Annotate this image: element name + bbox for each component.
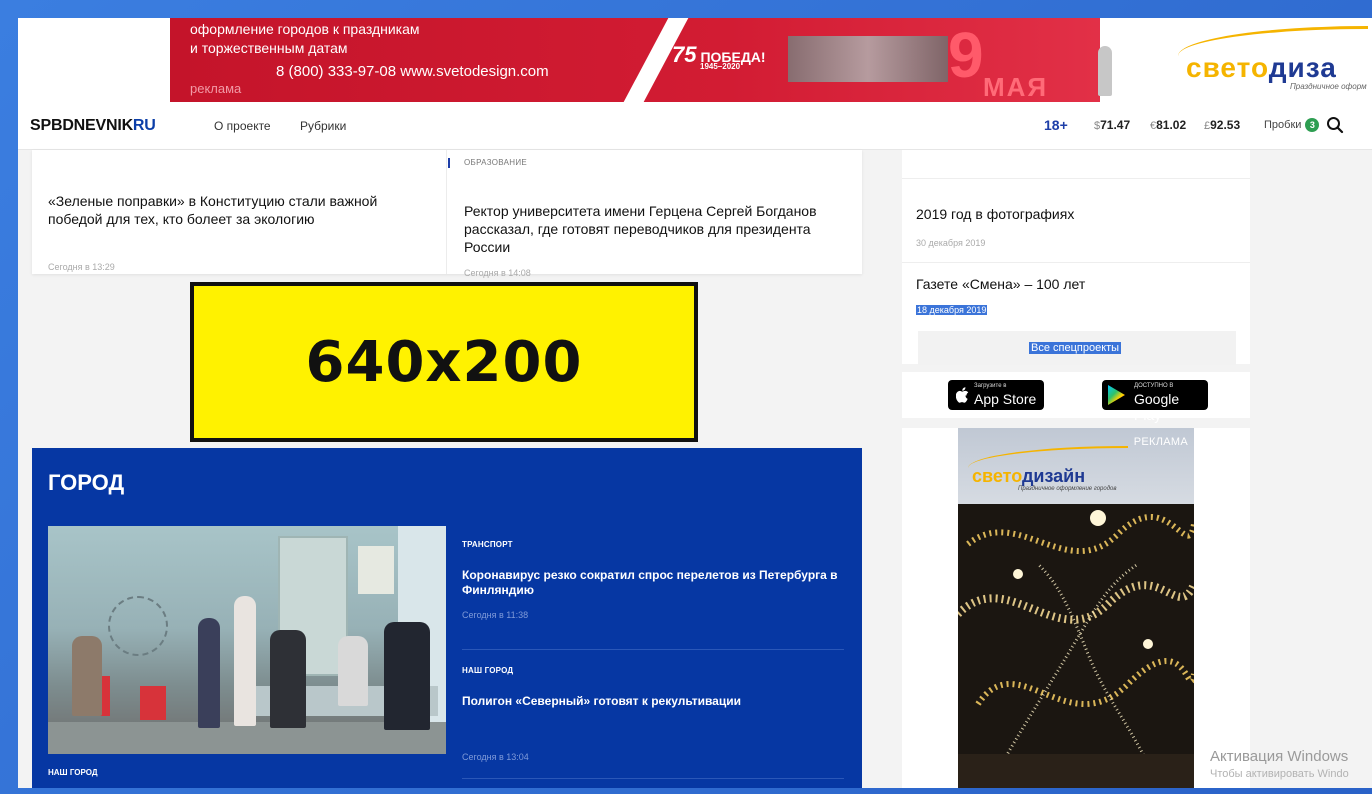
banner-line-1: оформление городов к праздникам	[190, 21, 420, 37]
svetodesign-logo: светодиза	[1186, 52, 1337, 84]
photo-person	[234, 596, 256, 726]
app-store-button[interactable]: Загрузите в App Store	[948, 380, 1044, 410]
pobeda-number: 75	[672, 42, 697, 67]
banner-war-photos	[788, 36, 948, 82]
traffic-widget[interactable]: Пробки 3	[1264, 118, 1320, 132]
project-title[interactable]: 2019 год в фотографиях	[916, 206, 1074, 222]
logo-subtitle: Праздничное оформ	[1290, 82, 1367, 91]
gbp-value: 92.53	[1210, 118, 1241, 132]
all-projects-button[interactable]: Все спецпроекты	[918, 331, 1236, 365]
top-banner-ad[interactable]: оформление городов к праздникам и торжес…	[18, 18, 1372, 102]
apple-icon	[956, 387, 969, 403]
news-time: Сегодня в 14:08	[464, 268, 531, 278]
banner-ad-label: реклама	[190, 81, 242, 96]
banner-month: МАЯ	[983, 72, 1049, 102]
rate-gbp: £92.53	[1204, 118, 1240, 132]
windows-activation-hint: Чтобы активировать Windo	[1210, 768, 1349, 780]
nav-about[interactable]: О проекте	[214, 119, 271, 133]
banner-day: 9	[948, 19, 984, 91]
usd-value: 71.47	[1100, 118, 1131, 132]
project-title[interactable]: Газете «Смена» – 100 лет	[916, 276, 1085, 292]
google-play-button[interactable]: ДОСТУПНО В Google Play	[1102, 380, 1208, 423]
news-title[interactable]: Ректор университета имени Герцена Сергей…	[464, 202, 844, 256]
city-news-time: Сегодня в 11:38	[462, 610, 529, 620]
app-links: Загрузите в App Store ДОСТУПНО В Google …	[902, 372, 1250, 423]
banner-phone-url: 8 (800) 333-97-08 www.svetodesign.com	[276, 63, 549, 80]
sidebar-ad-subtitle: Праздничное оформление городов	[1018, 486, 1117, 492]
age-rating-badge: 18+	[1044, 117, 1068, 133]
browser-page: оформление городов к праздникам и торжес…	[18, 18, 1372, 788]
photo-poster	[358, 546, 394, 594]
search-icon[interactable]	[1326, 116, 1344, 134]
ad-logo-part-2: дизайн	[1021, 466, 1086, 486]
ad-placeholder[interactable]: 640x200	[190, 282, 698, 442]
news-title[interactable]: «Зеленые поправки» в Конституцию стали в…	[48, 192, 418, 228]
traffic-level-badge: 3	[1305, 118, 1320, 132]
city-news-category[interactable]: ТРАНСПОРТ	[462, 540, 513, 549]
city-news-photo[interactable]	[48, 526, 446, 754]
news-divider	[446, 150, 447, 274]
banner-line-2: и торжественным датам	[190, 40, 348, 56]
windows-activation-title: Активация Windows	[1210, 748, 1349, 765]
photo-category[interactable]: НАШ ГОРОД	[48, 768, 98, 777]
ad-logo-part-1: свето	[972, 466, 1022, 486]
all-projects-label: Все спецпроекты	[1029, 342, 1122, 354]
google-play-large: Google Play	[1134, 391, 1180, 423]
photo-red-chair	[140, 686, 166, 720]
city-news-title[interactable]: Коронавирус резко сократил спрос перелет…	[462, 568, 842, 598]
app-store-large: App Store	[974, 391, 1037, 407]
special-projects-card: 2019 год в фотографиях 30 декабря 2019 Г…	[902, 150, 1250, 365]
news-category[interactable]: ОБРАЗОВАНИЕ	[464, 158, 527, 167]
nav-rubrics[interactable]: Рубрики	[300, 119, 346, 133]
project-date: 30 декабря 2019	[916, 238, 986, 248]
logo-part-1: свето	[1186, 52, 1269, 83]
photo-tree-decal	[108, 596, 168, 656]
city-news-category[interactable]: НАШ ГОРОД	[462, 666, 513, 675]
news-card-row: «Зеленые поправки» в Конституцию стали в…	[32, 150, 862, 278]
google-play-icon	[1108, 385, 1125, 405]
sidebar-separator	[902, 178, 1250, 179]
photo-person	[270, 630, 306, 728]
photo-person	[198, 618, 220, 728]
site-logo[interactable]: SPBDNEVNIKRU	[30, 117, 156, 135]
city-news-title[interactable]: Полигон «Северный» готовят к рекультивац…	[462, 694, 842, 709]
ad-placeholder-size: 640x200	[305, 329, 583, 395]
site-header: SPBDNEVNIKRU О проекте Рубрики 18+ $71.4…	[18, 102, 1372, 150]
city-section: ГОРОД НАШ ГОРОД ТРАНСПОРТ Коронавирус ре…	[32, 448, 862, 788]
sidebar-ad-logo: светодизайн	[972, 466, 1085, 487]
city-news-separator	[462, 778, 844, 779]
logo-ru: RU	[132, 117, 156, 134]
category-marker	[448, 158, 450, 168]
sidebar-separator	[902, 262, 1250, 263]
google-play-small: ДОСТУПНО В	[1134, 383, 1174, 389]
section-title[interactable]: ГОРОД	[48, 470, 124, 496]
photo-person	[72, 636, 102, 716]
pobeda-logo: 75 ПОБЕДА! 1945–2020	[672, 42, 766, 71]
logo-part-2: диза	[1268, 52, 1337, 83]
street-lights-illustration	[958, 504, 1194, 788]
photo-person	[384, 622, 430, 730]
traffic-label: Пробки	[1264, 119, 1302, 131]
app-store-small: Загрузите в	[974, 383, 1007, 389]
rate-usd: $71.47	[1094, 118, 1130, 132]
logo-spb: SPB	[30, 117, 63, 134]
logo-dnevnik: DNEVNIK	[62, 117, 133, 134]
rate-eur: €81.02	[1150, 118, 1186, 132]
city-news-time: Сегодня в 13:04	[462, 752, 529, 762]
statue-icon	[1098, 46, 1112, 96]
news-time: Сегодня в 13:29	[48, 262, 115, 272]
sidebar-ad[interactable]: РЕКЛАМА светодизайн Праздничное оформлен…	[902, 428, 1250, 788]
project-date-selected: 18 декабря 2019	[916, 305, 988, 315]
sidebar-ad-label: РЕКЛАМА	[1133, 436, 1188, 448]
photo-person	[338, 636, 368, 706]
eur-value: 81.02	[1156, 118, 1187, 132]
city-news-separator	[462, 649, 844, 650]
sidebar-ad-image: РЕКЛАМА светодизайн Праздничное оформлен…	[958, 428, 1194, 788]
